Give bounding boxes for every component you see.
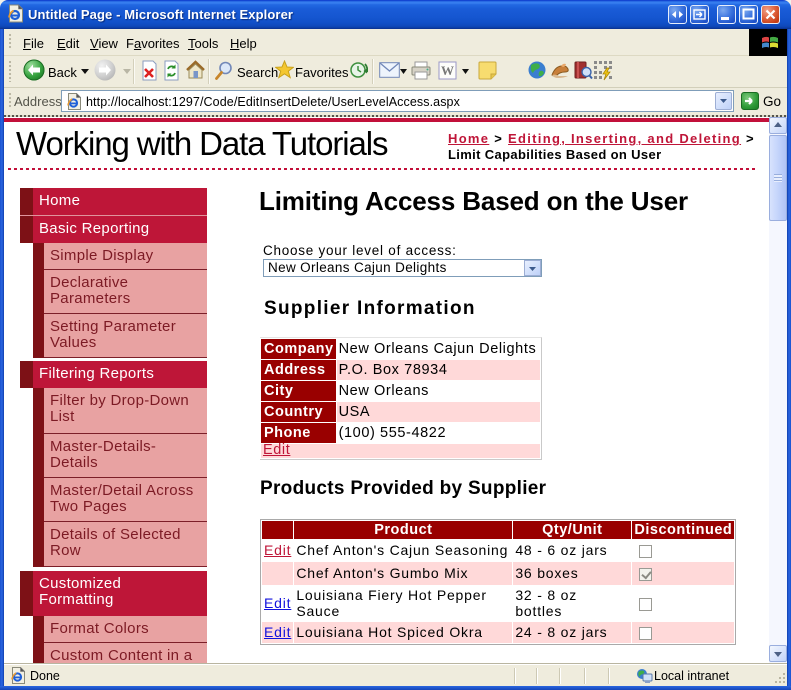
svg-text:W: W <box>441 63 454 78</box>
